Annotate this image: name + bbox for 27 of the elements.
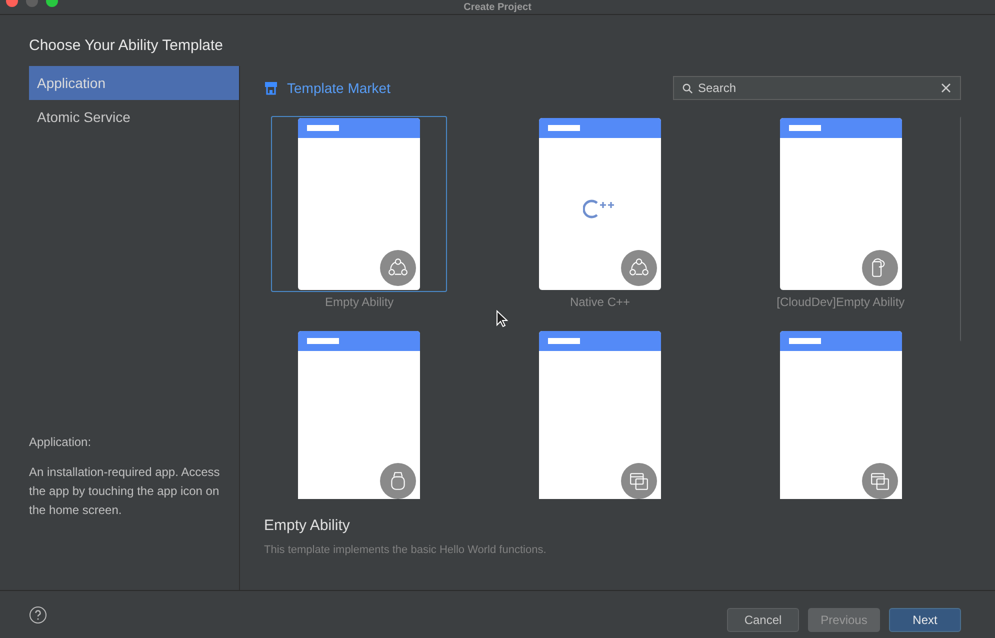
- info-title: Application:: [29, 435, 92, 449]
- template-option[interactable]: [271, 116, 448, 292]
- store-icon: [264, 81, 278, 95]
- devices-icon: [620, 463, 657, 499]
- page-heading: Choose Your Ability Template: [28, 36, 224, 56]
- watch-icon: [380, 463, 416, 499]
- help-icon[interactable]: [29, 606, 47, 624]
- search-field[interactable]: Search: [673, 76, 961, 100]
- hub-icon: [380, 250, 416, 286]
- template-label: Native C++: [570, 295, 630, 309]
- mouse-cursor-icon: [496, 310, 508, 328]
- next-button[interactable]: Next: [889, 608, 961, 632]
- sidebar-item[interactable]: Atomic Service: [29, 100, 239, 134]
- template-market-link[interactable]: Template Market: [264, 80, 390, 96]
- template-title: Empty Ability: [264, 517, 351, 534]
- devices-icon: [862, 463, 898, 499]
- c-plus-plus-icon: [582, 198, 617, 220]
- window-title: Create Project: [464, 2, 532, 12]
- hub-icon: [620, 250, 657, 286]
- template-label: [CloudDev]Empty Ability: [776, 295, 905, 309]
- info-text: An installation-required app. Access the app by touching the app icon on the home screen.: [29, 464, 221, 519]
- phone-cloud-icon: [862, 250, 898, 286]
- sidebar-item[interactable]: Application: [29, 66, 239, 100]
- template-description: This template implements the basic Hello World functions.: [264, 544, 548, 556]
- clear-icon[interactable]: [941, 83, 951, 93]
- template-label: Empty Ability: [324, 295, 394, 309]
- cancel-button[interactable]: Cancel: [727, 608, 799, 632]
